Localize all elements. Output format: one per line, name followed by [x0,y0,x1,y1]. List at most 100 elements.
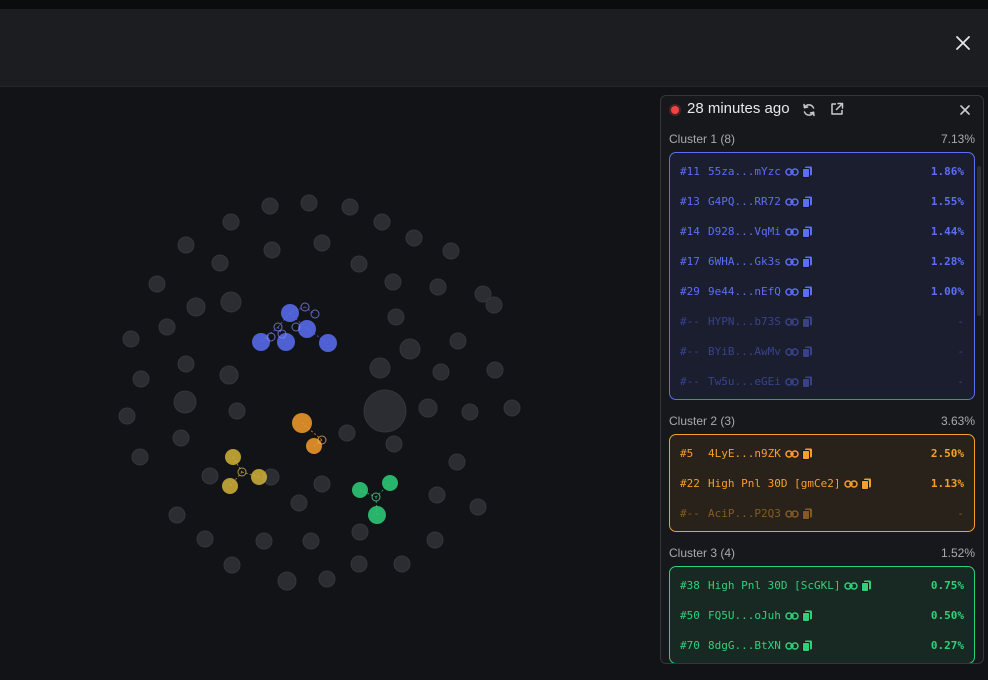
neutral-bubble[interactable] [503,399,521,417]
holder-row[interactable]: #11 55za...mYzc 1.86% [670,156,974,186]
neutral-bubble[interactable] [429,278,447,296]
neutral-bubble[interactable] [449,332,467,350]
cluster1-bubble[interactable] [298,320,316,338]
holder-row[interactable]: #14 D928...VqMi 1.44% [670,216,974,246]
neutral-bubble[interactable] [448,453,466,471]
copy-icon[interactable] [801,508,813,520]
holder-address[interactable]: 8dgG...BtXN [708,639,781,652]
link-icon[interactable] [785,448,799,460]
link-icon[interactable] [785,226,799,238]
neutral-bubble[interactable] [350,255,368,273]
cluster2-bubble[interactable] [306,438,322,454]
cluster2-bubble[interactable] [292,413,312,433]
open-external-button[interactable] [829,101,845,117]
neutral-bubble[interactable] [302,532,320,550]
cluster1-bubble[interactable] [281,304,299,322]
copy-icon[interactable] [801,316,813,328]
neutral-bubble[interactable] [369,357,391,379]
copy-icon[interactable] [861,478,872,490]
link-icon[interactable] [844,478,859,490]
copy-icon[interactable] [801,346,813,358]
neutral-bubble[interactable] [263,241,281,259]
link-icon[interactable] [785,508,799,520]
neutral-bubble[interactable] [350,555,368,573]
neutral-bubble[interactable] [172,429,190,447]
neutral-bubble[interactable] [393,555,411,573]
copy-icon[interactable] [801,286,813,298]
neutral-bubble[interactable] [418,398,438,418]
scrollbar[interactable] [977,166,981,316]
neutral-bubble[interactable] [313,475,331,493]
neutral-bubble[interactable] [338,424,356,442]
neutral-bubble[interactable] [118,407,136,425]
holder-row[interactable]: #-- Tw5u...eGEi - [670,366,974,396]
cluster3-bubble[interactable] [368,506,386,524]
holder-row[interactable]: #38 High Pnl 30D [ScGKL] 0.75% [670,570,974,600]
holder-row[interactable]: #5 4LyE...n9ZK 2.50% [670,438,974,468]
neutral-bubble[interactable] [132,370,150,388]
neutral-bubble[interactable] [432,363,450,381]
holder-address[interactable]: High Pnl 30D [gmCe2] [708,477,840,490]
cluster-list[interactable]: Cluster 1 (8) 7.13% #11 55za...mYzc 1.86% #13… [661,126,983,663]
neutral-bubble[interactable] [131,448,149,466]
neutral-bubble[interactable] [486,361,504,379]
link-icon[interactable] [785,196,799,208]
copy-icon[interactable] [861,580,872,592]
neutral-bubble[interactable] [318,570,336,588]
holder-row[interactable]: #50 FQ5U...oJuh 0.50% [670,600,974,630]
holder-address[interactable]: FQ5U...oJuh [708,609,781,622]
neutral-bubble[interactable] [373,213,391,231]
holder-address[interactable]: 6WHA...Gk3s [708,255,781,268]
neutral-bubble[interactable] [186,297,206,317]
neutral-bubble[interactable] [405,229,423,247]
holder-address[interactable]: 55za...mYzc [708,165,781,178]
neutral-bubble[interactable] [255,532,273,550]
neutral-bubble[interactable] [277,571,297,591]
holder-address[interactable]: BYiB...AwMv [708,345,781,358]
neutral-bubble[interactable] [158,318,176,336]
neutral-bubble[interactable] [222,213,240,231]
neutral-bubble[interactable] [168,506,186,524]
neutral-bubble[interactable] [351,523,369,541]
cluster-yellow-bubble[interactable] [251,469,267,485]
holder-row[interactable]: #17 6WHA...Gk3s 1.28% [670,246,974,276]
neutral-bubble[interactable] [290,494,308,512]
neutral-bubble[interactable] [201,467,219,485]
neutral-bubble[interactable] [442,242,460,260]
neutral-bubble[interactable] [384,273,402,291]
cluster1-bubble[interactable] [319,334,337,352]
neutral-bubble[interactable] [461,403,479,421]
holder-address[interactable]: D928...VqMi [708,225,781,238]
holder-address[interactable]: AciP...P2Q3 [708,507,781,520]
neutral-bubble[interactable] [428,486,446,504]
neutral-bubble[interactable] [148,275,166,293]
holder-address[interactable]: G4PQ...RR72 [708,195,781,208]
copy-icon[interactable] [801,196,813,208]
neutral-bubble[interactable] [211,254,229,272]
holder-row[interactable]: #13 G4PQ...RR72 1.55% [670,186,974,216]
cluster-yellow-bubble[interactable] [222,478,238,494]
neutral-bubble[interactable] [177,355,195,373]
neutral-bubble[interactable] [426,531,444,549]
neutral-bubble[interactable] [122,330,140,348]
close-modal-button[interactable] [950,30,976,56]
link-icon[interactable] [785,610,799,622]
cluster3-bubble[interactable] [352,482,368,498]
copy-icon[interactable] [801,256,813,268]
neutral-bubble[interactable] [223,556,241,574]
cluster3-bubble[interactable] [382,475,398,491]
holder-row[interactable]: #-- BYiB...AwMv - [670,336,974,366]
neutral-bubble[interactable] [469,498,487,516]
link-icon[interactable] [785,640,799,652]
link-icon[interactable] [785,166,799,178]
copy-icon[interactable] [801,226,813,238]
neutral-bubble[interactable] [177,236,195,254]
neutral-bubble[interactable] [300,194,318,212]
copy-icon[interactable] [801,376,813,388]
link-icon[interactable] [785,256,799,268]
holder-row[interactable]: #22 High Pnl 30D [gmCe2] 1.13% [670,468,974,498]
neutral-bubble[interactable] [363,389,407,433]
neutral-bubble[interactable] [219,365,239,385]
link-icon[interactable] [844,580,859,592]
copy-icon[interactable] [801,640,813,652]
